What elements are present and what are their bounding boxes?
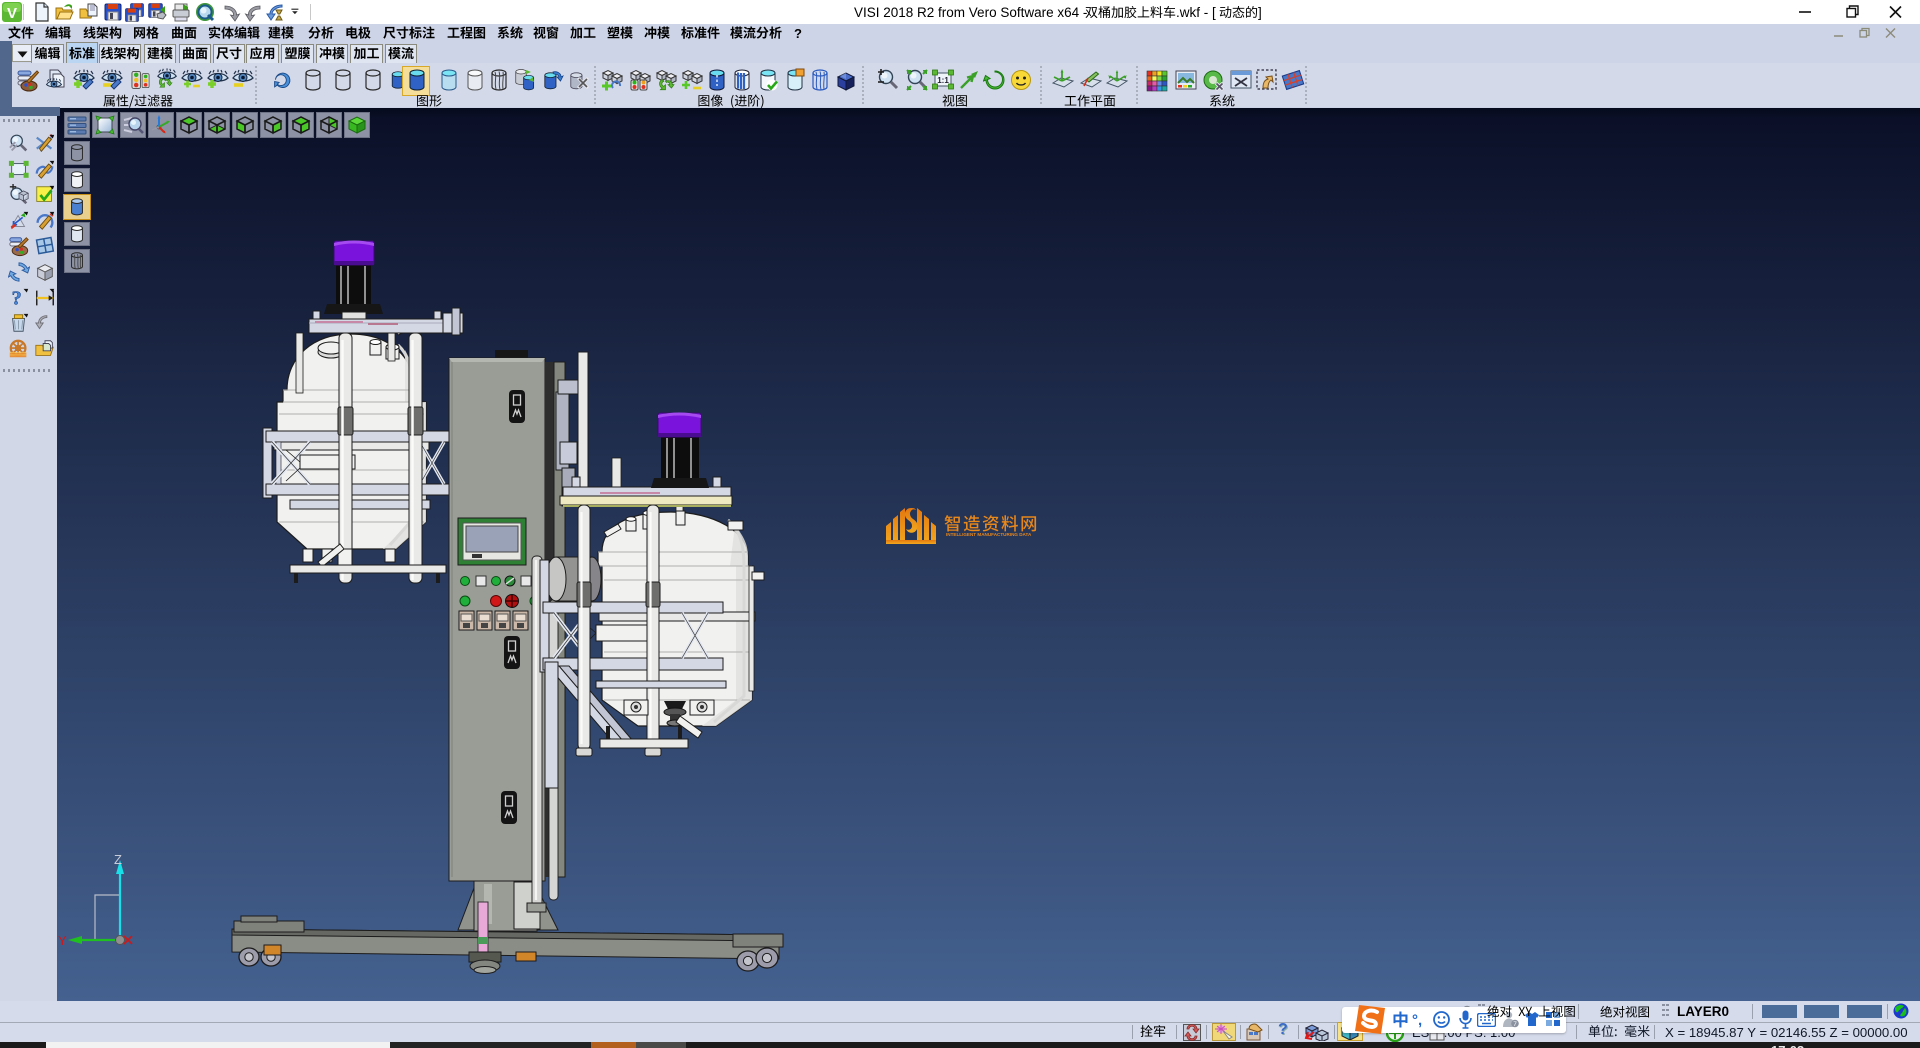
svg-text:?: ?: [12, 287, 22, 309]
svg-text:1:1: 1:1: [937, 76, 949, 85]
svg-text:Z: Z: [114, 852, 122, 867]
svg-text:7: 7: [1513, 1021, 1517, 1028]
svg-text:Y: Y: [58, 933, 67, 948]
svg-text:V: V: [7, 5, 17, 22]
